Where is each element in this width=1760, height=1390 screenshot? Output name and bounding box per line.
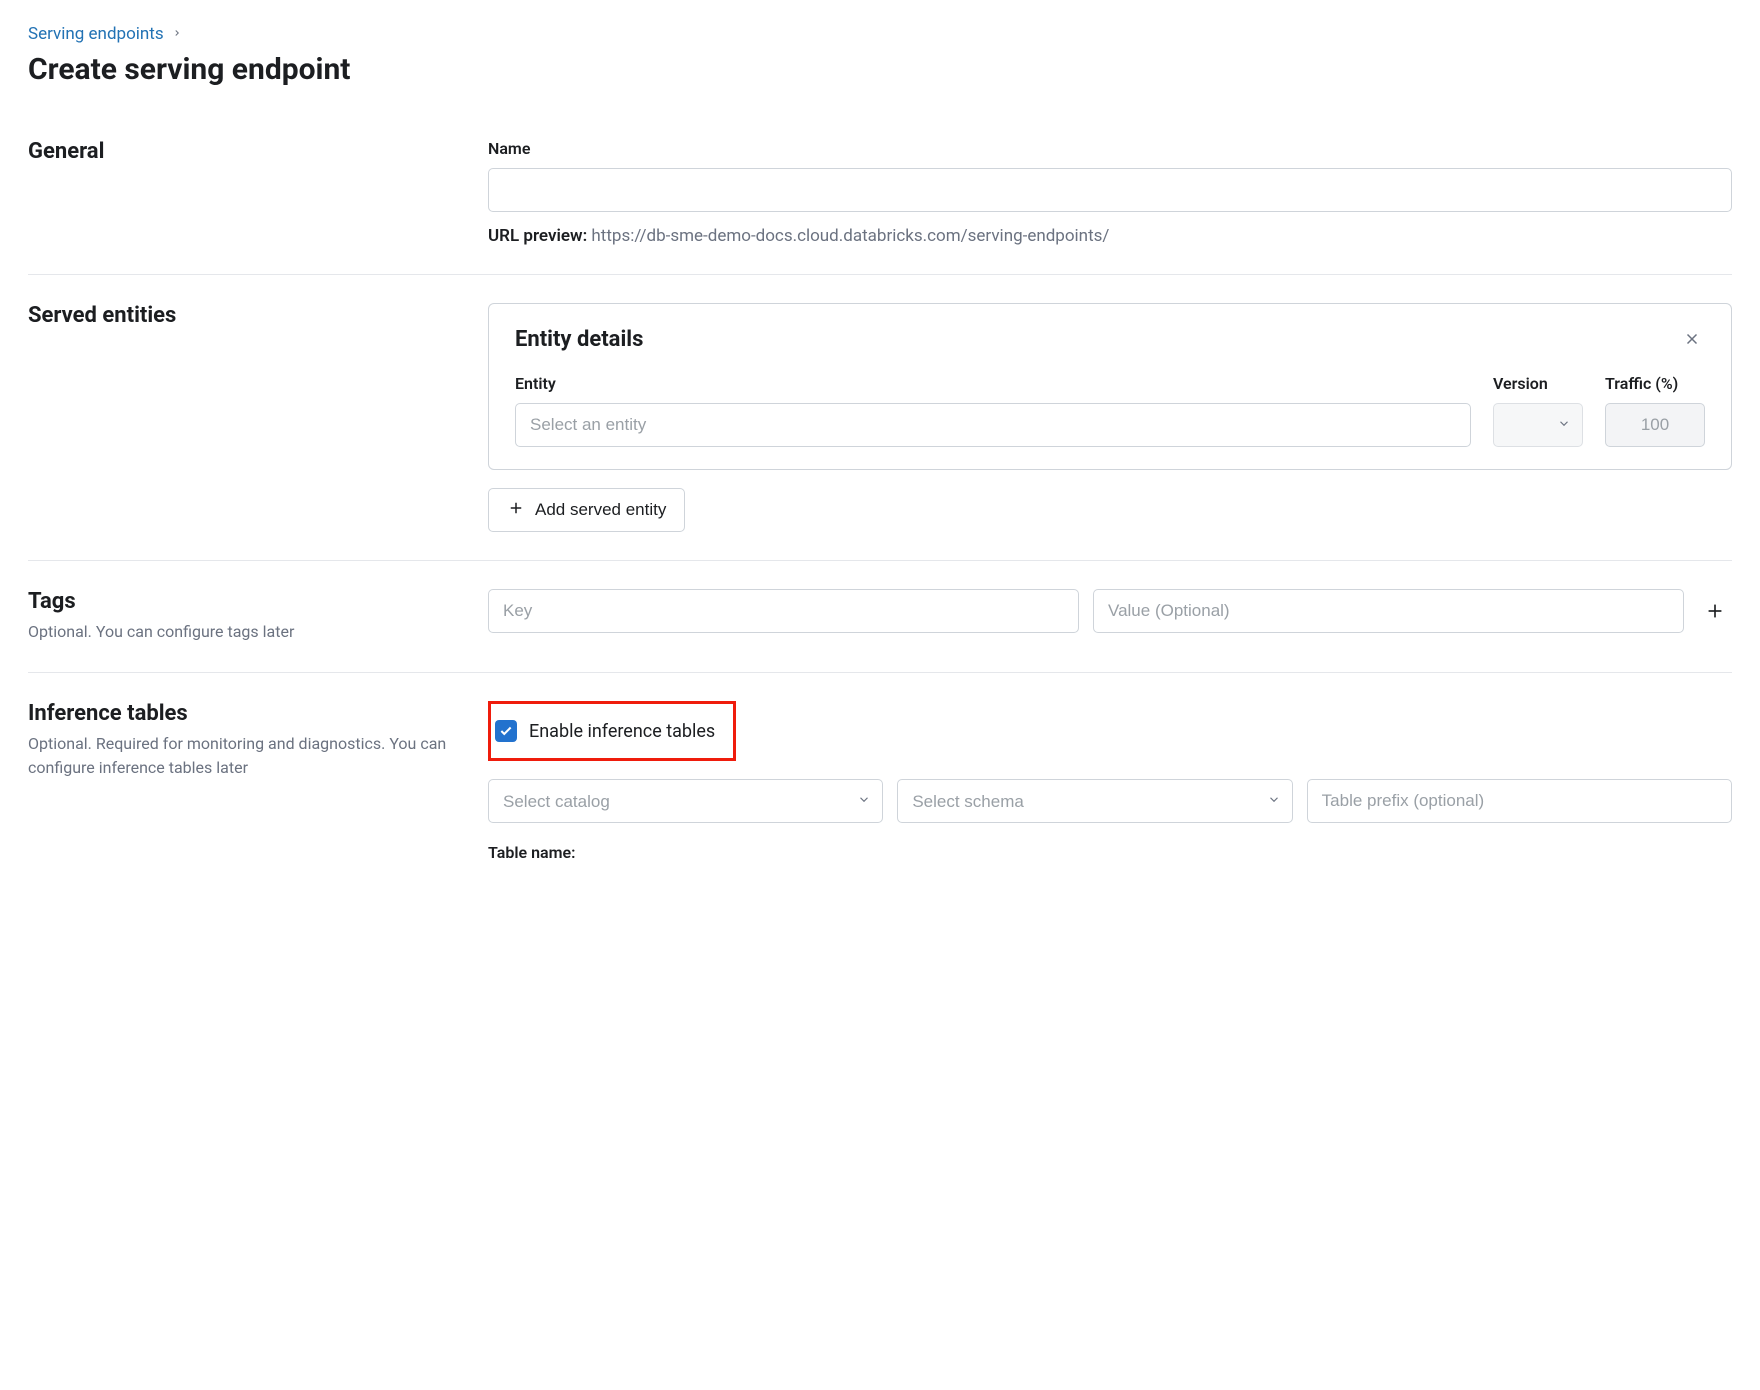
version-label: Version (1493, 374, 1583, 393)
table-name-row: Table name: (488, 843, 1732, 862)
enable-inference-label[interactable]: Enable inference tables (529, 721, 715, 742)
entity-select[interactable] (515, 403, 1471, 447)
entity-details-card: Entity details Entity Version (488, 303, 1732, 470)
page-title: Create serving endpoint (28, 52, 1732, 87)
divider (28, 274, 1732, 275)
table-prefix-input[interactable] (1307, 779, 1732, 823)
section-title-general: General (28, 139, 448, 164)
enable-inference-checkbox[interactable] (495, 720, 517, 742)
catalog-select[interactable]: Select catalog (488, 779, 883, 823)
url-preview-label: URL preview: (488, 226, 587, 246)
breadcrumb-serving-endpoints[interactable]: Serving endpoints (28, 24, 164, 44)
close-icon[interactable] (1679, 326, 1705, 352)
schema-select[interactable]: Select schema (897, 779, 1292, 823)
inference-tables-desc: Optional. Required for monitoring and di… (28, 732, 448, 780)
add-served-entity-button[interactable]: Add served entity (488, 488, 685, 532)
name-input[interactable] (488, 168, 1732, 212)
traffic-input[interactable] (1605, 403, 1705, 447)
entity-details-title: Entity details (515, 327, 643, 352)
version-select[interactable] (1493, 403, 1583, 447)
chevron-right-icon (172, 26, 182, 42)
entity-label: Entity (515, 374, 1471, 393)
url-preview: URL preview: https://db-sme-demo-docs.cl… (488, 226, 1732, 246)
breadcrumb: Serving endpoints (28, 24, 1732, 44)
section-title-served-entities: Served entities (28, 303, 448, 328)
traffic-label: Traffic (%) (1605, 374, 1705, 393)
url-preview-value: https://db-sme-demo-docs.cloud.databrick… (591, 226, 1109, 246)
section-title-tags: Tags (28, 589, 448, 614)
plus-icon (507, 499, 525, 522)
table-name-label: Table name: (488, 843, 575, 862)
tags-desc: Optional. You can configure tags later (28, 620, 448, 644)
tag-value-input[interactable] (1093, 589, 1684, 633)
add-tag-button[interactable] (1698, 594, 1732, 628)
section-title-inference-tables: Inference tables (28, 701, 448, 726)
name-label: Name (488, 139, 1732, 158)
enable-inference-highlight: Enable inference tables (488, 701, 736, 761)
divider (28, 560, 1732, 561)
add-served-entity-label: Add served entity (535, 500, 666, 520)
divider (28, 672, 1732, 673)
tag-key-input[interactable] (488, 589, 1079, 633)
